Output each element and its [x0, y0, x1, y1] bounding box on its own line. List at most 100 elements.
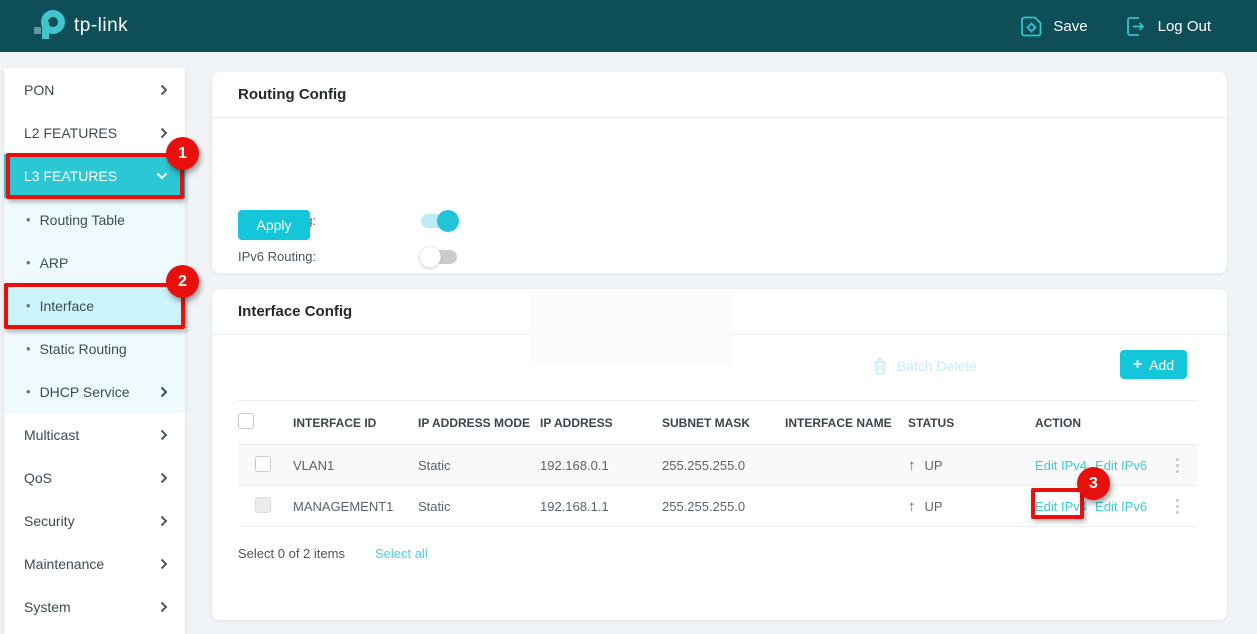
chevron-right-icon — [160, 386, 168, 398]
bullet-icon: • — [26, 255, 31, 270]
chevron-right-icon — [160, 515, 168, 527]
sidebar-item-label: System — [24, 599, 71, 615]
sidebar-item-label: Interface — [40, 298, 94, 314]
tplink-logo: tp-link — [33, 9, 128, 43]
select-all-checkbox[interactable] — [238, 413, 254, 429]
sidebar-item-routing-table[interactable]: • Routing Table — [4, 198, 185, 241]
sidebar-item-qos[interactable]: QoS — [4, 456, 185, 499]
batch-delete-button[interactable]: Batch Delete — [872, 351, 977, 380]
white-overlay-artifact — [530, 292, 732, 366]
cell-interface-id: MANAGEMENT1 — [293, 486, 418, 527]
interface-table: INTERFACE ID IP ADDRESS MODE IP ADDRESS … — [238, 400, 1197, 527]
status-up-arrow-icon: ↑ — [908, 457, 916, 474]
chevron-down-icon — [156, 172, 168, 180]
cell-name — [785, 486, 908, 527]
bullet-icon: • — [26, 298, 31, 313]
col-ip-address: IP ADDRESS — [540, 401, 662, 445]
col-subnet-mask: SUBNET MASK — [662, 401, 785, 445]
chevron-right-icon — [160, 429, 168, 441]
logout-label: Log Out — [1158, 18, 1211, 35]
table-header-row: INTERFACE ID IP ADDRESS MODE IP ADDRESS … — [238, 401, 1197, 445]
sidebar-item-label: Static Routing — [40, 341, 127, 357]
select-all-link[interactable]: Select all — [375, 546, 428, 561]
sidebar-item-label: L3 FEATURES — [24, 168, 117, 184]
logout-icon — [1126, 16, 1147, 37]
edit-ipv4-link[interactable]: Edit IPv4 — [1035, 458, 1087, 473]
cell-ip-mode: Static — [418, 445, 540, 486]
col-status: STATUS — [908, 401, 1035, 445]
ipv4-routing-toggle[interactable] — [421, 214, 457, 228]
brand-text: tp-link — [74, 15, 128, 37]
sidebar-item-arp[interactable]: • ARP — [4, 241, 185, 284]
plus-icon: + — [1133, 357, 1142, 373]
sidebar-item-label: Security — [24, 513, 75, 529]
bullet-icon: • — [26, 384, 31, 399]
routing-config-title: Routing Config — [212, 72, 1227, 118]
edit-ipv6-link[interactable]: Edit IPv6 — [1095, 458, 1147, 473]
cell-mask: 255.255.255.0 — [662, 445, 785, 486]
chevron-right-icon — [160, 84, 168, 96]
row-menu-kebab-icon[interactable] — [1176, 499, 1179, 514]
sidebar-item-label: PON — [24, 82, 54, 98]
sidebar-item-label: DHCP Service — [40, 384, 130, 400]
edit-ipv6-link[interactable]: Edit IPv6 — [1095, 499, 1147, 514]
status-text: UP — [925, 499, 943, 514]
sidebar-item-label: Routing Table — [40, 212, 125, 228]
save-gear-icon — [1021, 16, 1042, 37]
edit-ipv4-link[interactable]: Edit IPv4 — [1035, 499, 1087, 514]
sidebar-item-dhcp-service[interactable]: • DHCP Service — [4, 370, 185, 413]
ipv6-routing-label: IPv6 Routing: — [238, 249, 316, 264]
row-checkbox[interactable] — [255, 456, 271, 472]
l3-features-submenu: • Routing Table • ARP • Interface • Static R… — [4, 198, 185, 413]
chevron-right-icon — [160, 558, 168, 570]
row-checkbox-disabled — [255, 497, 271, 513]
sidebar-nav: PON L2 FEATURES L3 FEATURES • Routing Tab… — [4, 68, 185, 634]
ipv6-routing-toggle[interactable] — [421, 250, 457, 264]
cell-ip: 192.168.0.1 — [540, 445, 662, 486]
apply-button[interactable]: Apply — [238, 210, 310, 240]
sidebar-item-l2-features[interactable]: L2 FEATURES — [4, 111, 185, 154]
chevron-right-icon — [160, 472, 168, 484]
sidebar-item-l3-features[interactable]: L3 FEATURES — [4, 154, 185, 198]
sidebar-item-interface[interactable]: • Interface — [4, 284, 185, 327]
sidebar-item-system[interactable]: System — [4, 585, 185, 628]
sidebar-item-static-routing[interactable]: • Static Routing — [4, 327, 185, 370]
col-interface-id: INTERFACE ID — [293, 401, 418, 445]
trash-icon — [872, 357, 888, 375]
toggle-knob — [419, 246, 441, 268]
add-button[interactable]: + Add — [1120, 350, 1187, 379]
col-action: ACTION — [1035, 401, 1197, 445]
row-menu-kebab-icon[interactable] — [1176, 458, 1179, 473]
cell-interface-id: VLAN1 — [293, 445, 418, 486]
logout-button[interactable]: Log Out — [1126, 16, 1211, 37]
table-row-vlan1: VLAN1 Static 192.168.0.1 255.255.255.0 ↑… — [238, 445, 1197, 486]
sidebar-item-multicast[interactable]: Multicast — [4, 413, 185, 456]
sidebar-item-label: Maintenance — [24, 556, 104, 572]
save-button[interactable]: Save — [1021, 16, 1087, 37]
sidebar-item-label: QoS — [24, 470, 52, 486]
batch-delete-label: Batch Delete — [897, 358, 977, 374]
bullet-icon: • — [26, 341, 31, 356]
routing-config-card: Routing Config IPv4 Routing: IPv6 Routin… — [212, 72, 1227, 273]
cell-name — [785, 445, 908, 486]
status-text: UP — [925, 458, 943, 473]
selection-summary: Select 0 of 2 items — [238, 546, 345, 561]
sidebar-item-pon[interactable]: PON — [4, 68, 185, 111]
save-label: Save — [1053, 18, 1087, 35]
table-row-management1: MANAGEMENT1 Static 192.168.1.1 255.255.2… — [238, 486, 1197, 527]
toggle-knob — [437, 210, 459, 232]
sidebar-item-label: ARP — [40, 255, 69, 271]
top-bar: tp-link Save Log Out — [0, 0, 1257, 52]
sidebar-item-label: Multicast — [24, 427, 79, 443]
col-ip-address-mode: IP ADDRESS MODE — [418, 401, 540, 445]
cell-ip-mode: Static — [418, 486, 540, 527]
status-up-arrow-icon: ↑ — [908, 498, 916, 515]
col-interface-name: INTERFACE NAME — [785, 401, 908, 445]
sidebar-item-security[interactable]: Security — [4, 499, 185, 542]
cell-ip: 192.168.1.1 — [540, 486, 662, 527]
sidebar-item-maintenance[interactable]: Maintenance — [4, 542, 185, 585]
bullet-icon: • — [26, 212, 31, 227]
sidebar-item-label: L2 FEATURES — [24, 125, 117, 141]
tplink-logo-icon — [33, 9, 67, 43]
chevron-right-icon — [160, 127, 168, 139]
